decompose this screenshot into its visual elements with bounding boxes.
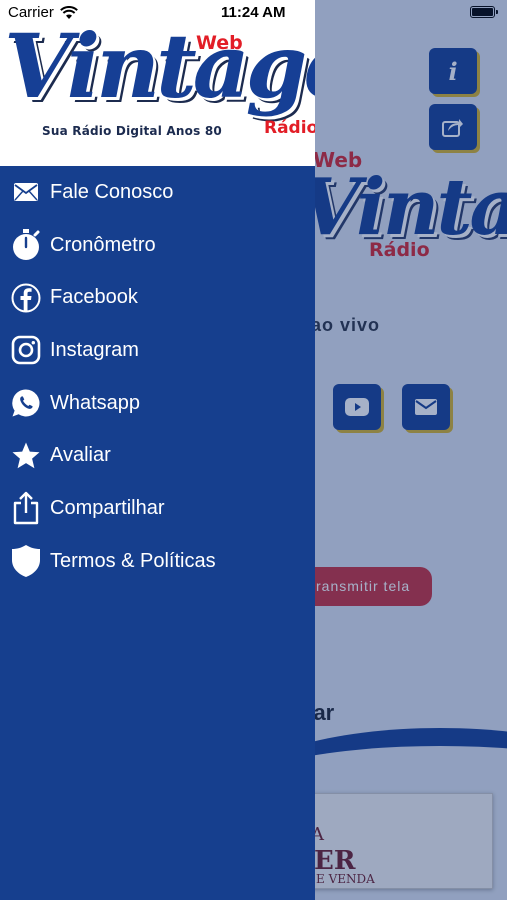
menu-item-avaliar[interactable]: Avaliar <box>0 429 315 482</box>
whatsapp-icon <box>10 387 42 419</box>
menu-item-label: Termos & Políticas <box>50 549 216 572</box>
menu-item-facebook[interactable]: Facebook <box>0 271 315 324</box>
menu-item-cronometro[interactable]: Cronômetro <box>0 219 315 272</box>
instagram-icon <box>10 334 42 366</box>
logo-radio: Rádio <box>264 118 315 138</box>
menu-item-whatsapp[interactable]: Whatsapp <box>0 377 315 430</box>
menu-item-label: Compartilhar <box>50 496 165 519</box>
menu-item-label: Fale Conosco <box>50 180 174 203</box>
logo-vintage: Vintage <box>4 14 315 118</box>
menu-item-label: Cronômetro <box>50 233 156 256</box>
menu-item-compartilhar[interactable]: Compartilhar <box>0 482 315 535</box>
facebook-icon <box>10 282 42 314</box>
menu-item-instagram[interactable]: Instagram <box>0 324 315 377</box>
menu-item-label: Instagram <box>50 338 139 361</box>
menu-item-fale-conosco[interactable]: Fale Conosco <box>0 166 315 219</box>
envelope-icon <box>10 176 42 208</box>
navigation-drawer: Carrier 11:24 AM Vintage Web Rádio Sua R… <box>0 0 315 900</box>
drawer-menu: Fale Conosco Cronômetro Facebook Instagr… <box>0 166 315 588</box>
menu-item-label: Facebook <box>50 286 138 309</box>
menu-item-termos[interactable]: Termos & Políticas <box>0 535 315 588</box>
share-icon <box>10 492 42 525</box>
menu-item-label: Whatsapp <box>50 391 141 414</box>
stopwatch-icon <box>10 229 42 261</box>
logo-tagline: Sua Rádio Digital Anos 80 <box>42 124 222 138</box>
logo-web: Web <box>196 32 243 54</box>
menu-item-label: Avaliar <box>50 444 111 467</box>
shield-icon <box>10 545 42 578</box>
drawer-header: Carrier 11:24 AM Vintage Web Rádio Sua R… <box>0 0 315 166</box>
star-icon <box>10 440 42 472</box>
